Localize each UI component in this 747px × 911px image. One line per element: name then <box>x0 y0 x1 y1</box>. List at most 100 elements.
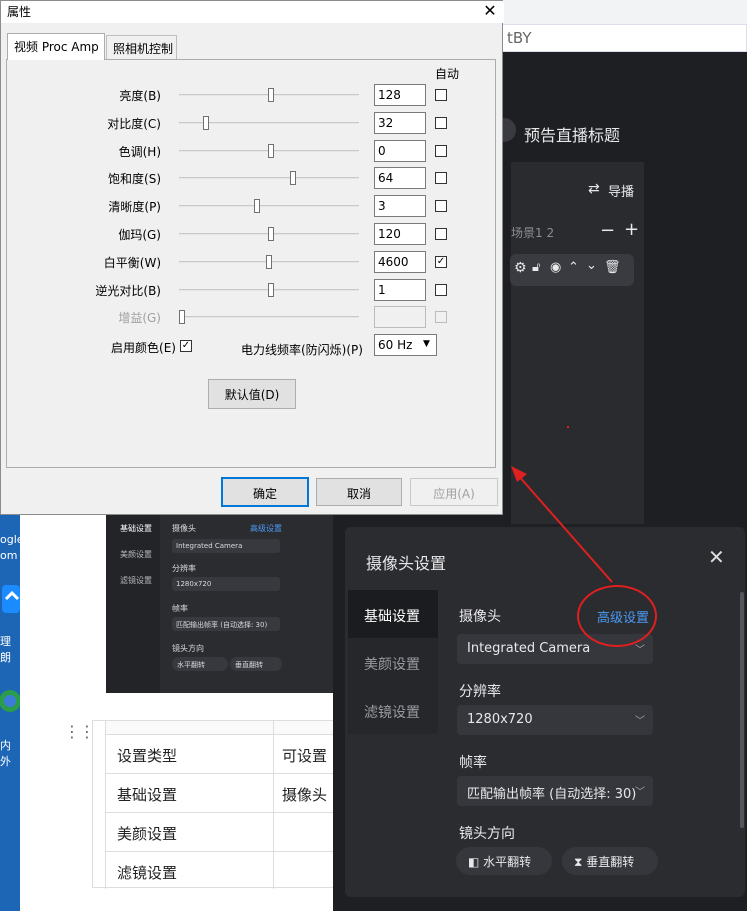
slider-thumb[interactable] <box>268 144 274 158</box>
property-label: 亮度(B) <box>119 89 161 103</box>
powerline-select[interactable]: 60 Hz ▼ <box>374 334 437 356</box>
lock-icon[interactable]: 🔓︎ <box>532 260 540 275</box>
mini-camera-label: 摄像头 <box>172 524 196 533</box>
flip-vertical-button[interactable]: ⧗ 垂直翻转 <box>562 847 658 875</box>
framerate-select-value: 匹配输出帧率 (自动选择: 30) <box>467 787 637 802</box>
auto-checkbox[interactable] <box>435 311 447 323</box>
resolution-select[interactable]: 1280x720 ﹀ <box>457 705 653 735</box>
slider-track[interactable] <box>179 205 359 207</box>
apply-button[interactable]: 应用(A) <box>410 478 498 506</box>
slider-track[interactable] <box>179 316 359 318</box>
auto-checkbox[interactable] <box>435 228 447 240</box>
framerate-label: 帧率 <box>459 755 487 771</box>
add-scene-button[interactable]: + <box>624 219 639 240</box>
chevron-down-icon: ﹀ <box>635 645 645 656</box>
tab-camera-control[interactable]: 照相机控制 <box>106 35 177 59</box>
scrollbar[interactable] <box>740 592 744 828</box>
eye-icon[interactable]: ◉ <box>550 260 561 275</box>
chevron-down-icon[interactable]: ⌄ <box>586 258 597 273</box>
flip-vertical-label: 垂直翻转 <box>586 855 635 869</box>
annotation-arrow <box>511 466 613 583</box>
drag-handle-icon[interactable]: ⋮⋮ <box>64 722 95 741</box>
slider-thumb[interactable] <box>268 227 274 241</box>
close-icon[interactable]: ✕ <box>477 1 503 21</box>
slider-thumb[interactable] <box>268 283 274 297</box>
desktop-label: ogle <box>0 533 24 546</box>
auto-checkbox[interactable]: ✓ <box>435 256 447 268</box>
auto-checkbox[interactable] <box>435 89 447 101</box>
value-input[interactable]: 64 <box>374 167 426 189</box>
table-cell: 滤镜设置 <box>117 864 178 882</box>
property-label: 对比度(C) <box>107 117 161 131</box>
tab-filter[interactable]: 滤镜设置 <box>364 702 420 722</box>
value-input[interactable]: 1 <box>374 279 426 301</box>
slider-thumb[interactable] <box>203 116 209 130</box>
powerline-label: 电力线频率(防闪烁)(P) <box>241 343 363 357</box>
title-bar[interactable] <box>1 1 504 23</box>
property-label: 白平衡(W) <box>103 256 161 270</box>
property-label: 饱和度(S) <box>108 172 161 186</box>
flip-horizontal-button[interactable]: ◧ 水平翻转 <box>456 847 552 875</box>
tab-video-proc-amp[interactable]: 视频 Proc Amp <box>7 33 105 60</box>
enable-color-label: 启用颜色(E) <box>111 341 176 355</box>
auto-checkbox[interactable] <box>435 145 447 157</box>
dropdown-arrow-icon: ▼ <box>419 337 434 353</box>
value-input[interactable]: 0 <box>374 140 426 162</box>
table-header-strip <box>105 721 353 735</box>
mini-flip-h: 水平翻转 <box>172 657 228 671</box>
tab-beauty[interactable]: 美颜设置 <box>364 654 420 674</box>
slider-thumb[interactable] <box>266 255 272 269</box>
property-label: 增益(G) <box>118 311 161 325</box>
slider-thumb[interactable] <box>179 310 185 324</box>
cancel-button[interactable]: 取消 <box>316 478 402 506</box>
slider-track[interactable] <box>179 177 359 179</box>
value-input[interactable]: 120 <box>374 223 426 245</box>
red-dot <box>567 426 569 428</box>
resolution-select-value: 1280x720 <box>467 712 533 727</box>
chevron-up-icon[interactable]: ⌃ <box>568 260 579 275</box>
value-input[interactable]: 3 <box>374 195 426 217</box>
slider-thumb[interactable] <box>290 171 296 185</box>
remove-scene-button[interactable]: − <box>600 220 615 241</box>
table-cell: 设置类型 <box>105 735 273 774</box>
value-input[interactable]: 32 <box>374 112 426 134</box>
trash-icon[interactable]: 🗑︎ <box>604 260 621 275</box>
mini-resolution-label: 分辨率 <box>172 564 196 573</box>
ok-button[interactable]: 确定 <box>221 477 309 507</box>
properties-dialog: 属性 ✕ 视频 Proc Amp 照相机控制 自动 亮度(B) 128 对比度(C)… <box>0 0 504 515</box>
browser-tab[interactable]: tBY <box>500 24 747 52</box>
value-input[interactable] <box>374 306 426 328</box>
guide-label[interactable]: 导播 <box>608 181 634 200</box>
flip-horizontal-icon: ◧ <box>468 855 480 869</box>
auto-checkbox[interactable] <box>435 117 447 129</box>
default-button[interactable]: 默认值(D) <box>208 379 296 409</box>
camera-label: 摄像头 <box>459 609 501 625</box>
framerate-select[interactable]: 匹配输出帧率 (自动选择: 30) ﹀ <box>457 776 653 806</box>
desktop-label: 理朗 <box>0 635 11 664</box>
slider-thumb[interactable] <box>254 199 260 213</box>
enable-color-checkbox[interactable]: ✓ <box>180 340 192 352</box>
guide-icon[interactable]: ⇄ <box>588 181 600 197</box>
auto-checkbox[interactable] <box>435 172 447 184</box>
value-input[interactable]: 4600 <box>374 251 426 273</box>
auto-checkbox[interactable] <box>435 200 447 212</box>
chevron-down-icon: ﹀ <box>635 787 645 798</box>
app-icon[interactable] <box>0 581 20 621</box>
dialog-title: 摄像头设置 <box>366 554 447 573</box>
property-label: 色调(H) <box>118 145 161 159</box>
mini-advanced-link: 高级设置 <box>250 524 282 533</box>
auto-header: 自动 <box>435 67 460 81</box>
value-input[interactable]: 128 <box>374 84 426 106</box>
tab-basic[interactable]: 基础设置 <box>364 606 420 626</box>
powerline-value: 60 Hz <box>378 338 413 352</box>
dialog-title: 属性 <box>7 5 32 19</box>
gear-icon[interactable]: ⚙ <box>514 260 527 276</box>
annotation-circle <box>577 585 657 647</box>
mini-camera-select: Integrated Camera <box>172 539 280 553</box>
globe-icon[interactable] <box>0 679 21 719</box>
table-cell: 基础设置 <box>105 774 273 813</box>
close-icon[interactable]: ✕ <box>708 545 725 569</box>
auto-checkbox[interactable] <box>435 284 447 296</box>
slider-thumb[interactable] <box>268 88 274 102</box>
mini-orientation-label: 镜头方向 <box>172 644 204 653</box>
